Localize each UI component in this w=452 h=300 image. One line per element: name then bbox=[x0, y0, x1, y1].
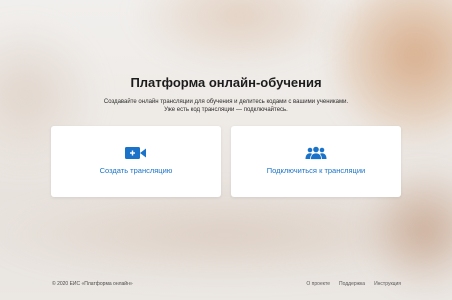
page-title: Платформа онлайн-обучения bbox=[130, 75, 322, 90]
footer-link-support[interactable]: Поддержка bbox=[339, 281, 365, 287]
join-broadcast-card[interactable]: Подключиться к трансляции bbox=[231, 126, 401, 197]
create-broadcast-card[interactable]: Создать трансляцию bbox=[51, 126, 221, 197]
page: Платформа онлайн-обучения Создавайте онл… bbox=[0, 0, 452, 300]
page-subtitle: Создавайте онлайн трансляции для обучени… bbox=[60, 98, 392, 114]
subtitle-line-2: Уже есть код трансляции — подключайтесь. bbox=[164, 107, 288, 113]
main-content: Платформа онлайн-обучения Создавайте онл… bbox=[0, 0, 452, 300]
footer-link-about[interactable]: О проекте bbox=[306, 281, 330, 287]
footer: © 2020 ЕИС «Платформа онлайн» О проекте … bbox=[0, 281, 452, 291]
group-users-icon bbox=[231, 146, 401, 160]
video-camera-icon bbox=[51, 146, 221, 160]
footer-copyright: © 2020 ЕИС «Платформа онлайн» bbox=[52, 281, 133, 287]
create-broadcast-label: Создать трансляцию bbox=[99, 166, 173, 175]
subtitle-line-1: Создавайте онлайн трансляции для обучени… bbox=[103, 99, 349, 105]
footer-link-instructions[interactable]: Инструкция bbox=[374, 281, 401, 287]
join-broadcast-label: Подключиться к трансляции bbox=[266, 166, 366, 175]
footer-links: О проекте Поддержка Инструкция bbox=[306, 281, 401, 287]
